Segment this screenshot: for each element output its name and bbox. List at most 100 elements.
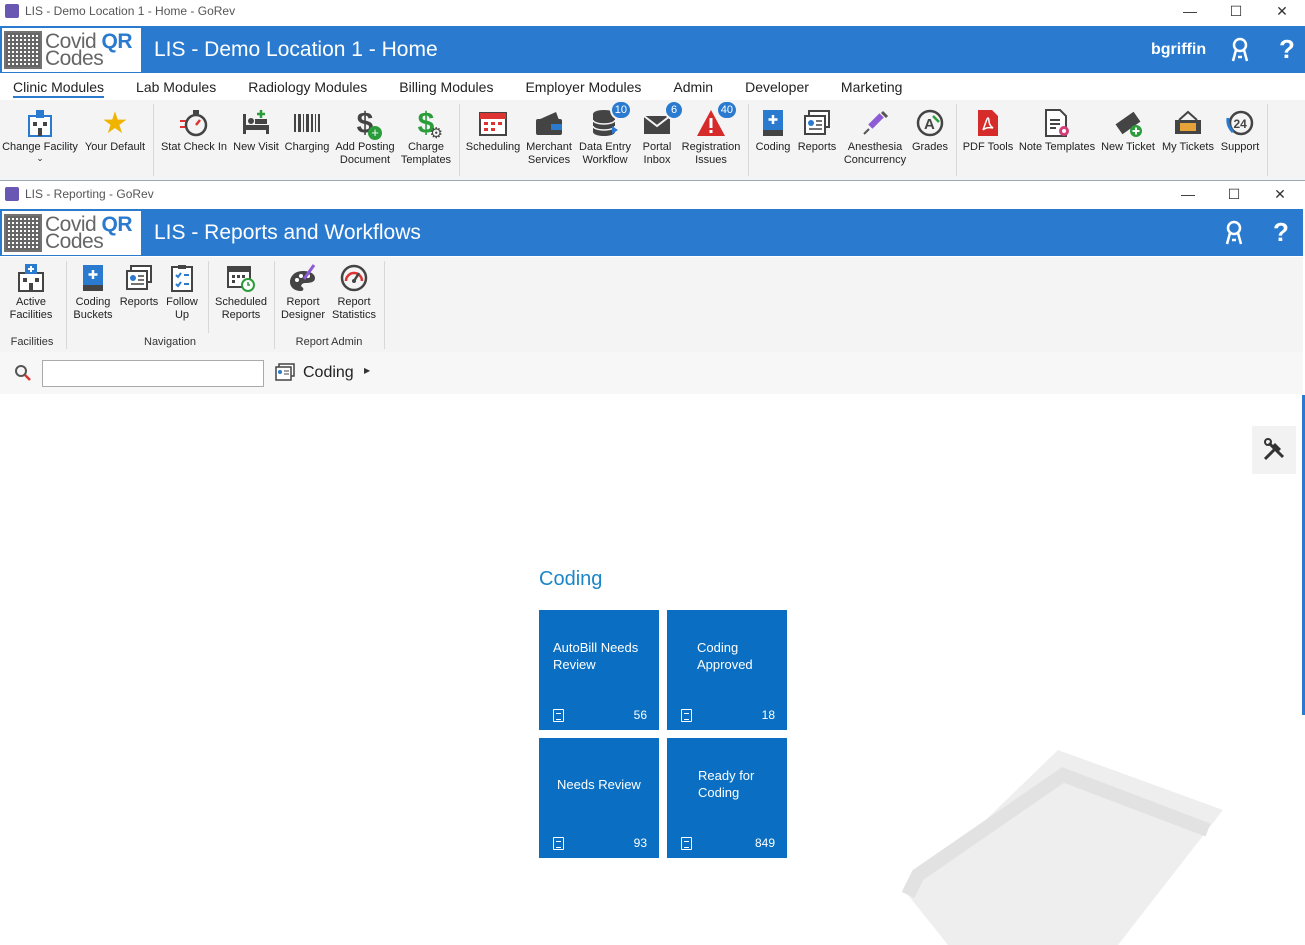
main-window-title: LIS - Demo Location 1 - Home - GoRev (25, 4, 236, 18)
scheduled-reports-button[interactable]: Scheduled Reports (212, 263, 270, 322)
ribbon-label: Follow (166, 296, 198, 308)
help-icon[interactable]: ? (1273, 217, 1289, 248)
close-icon[interactable]: ✕ (1257, 183, 1303, 205)
qr-code-icon (4, 31, 42, 69)
report-designer-button[interactable]: Report Designer (278, 263, 328, 322)
tab-admin[interactable]: Admin (657, 73, 729, 99)
help-icon[interactable]: ? (1279, 34, 1295, 65)
ribbon-label: Data Entry (579, 141, 631, 153)
your-default-button[interactable]: ★ Your Default (82, 108, 148, 154)
chevron-down-icon: ⌄ (36, 153, 44, 163)
minimize-icon[interactable]: — (1165, 183, 1211, 205)
tab-label: Marketing (840, 79, 903, 95)
reports-breadcrumb-icon (275, 363, 295, 381)
ribbon-separator (748, 104, 749, 176)
search-icon[interactable] (14, 364, 32, 382)
support-button[interactable]: 24 Support (1217, 108, 1263, 154)
tab-billing-modules[interactable]: Billing Modules (383, 73, 509, 99)
tab-employer-modules[interactable]: Employer Modules (509, 73, 657, 99)
reports-button[interactable]: Reports (795, 108, 839, 154)
covid-qr-codes-logo: Covid QR Codes (2, 211, 141, 255)
ribbon-separator (153, 104, 154, 176)
change-facility-button[interactable]: Change Facility ⌄ (2, 108, 78, 163)
ribbon-label: Reports (797, 141, 837, 153)
portal-inbox-button[interactable]: 6 Portal Inbox (635, 100, 684, 167)
coding-button[interactable]: Coding (753, 108, 793, 154)
tile-label: Needs Review (557, 776, 641, 792)
ribbon-label-2: Document (339, 154, 391, 166)
tab-developer[interactable]: Developer (729, 73, 825, 99)
tab-label: Billing Modules (399, 79, 494, 95)
pdf-tools-button[interactable]: PDF Tools (961, 108, 1015, 154)
charge-templates-button[interactable]: $ ⚙ Charge Templates (399, 108, 453, 167)
charging-button[interactable]: Charging (283, 108, 331, 154)
note-templates-button[interactable]: Note Templates (1017, 108, 1097, 154)
ribbon-label: Portal (642, 141, 672, 153)
ribbon-separator (1267, 104, 1268, 176)
tab-lab-modules[interactable]: Lab Modules (120, 73, 232, 99)
user-key-icon[interactable] (1230, 37, 1254, 63)
book-icon (758, 108, 788, 138)
ribbon-label: Support (1220, 141, 1260, 153)
search-input[interactable] (42, 360, 264, 387)
ribbon-label-2: Templates (400, 154, 452, 166)
group-label-facilities: Facilities (10, 336, 54, 348)
maximize-icon[interactable]: ☐ (1211, 183, 1257, 205)
coding-buckets-button[interactable]: Coding Buckets (70, 263, 116, 322)
ribbon-label: Active (16, 296, 46, 308)
tab-label: Admin (673, 79, 714, 95)
tab-radiology-modules[interactable]: Radiology Modules (232, 73, 383, 99)
follow-up-button[interactable]: Follow Up (162, 263, 202, 322)
stat-check-in-button[interactable]: Stat Check In (159, 108, 229, 154)
maximize-icon[interactable]: ☐ (1213, 0, 1259, 22)
tile-autobill-needs-review[interactable]: AutoBill Needs Review 56 (539, 610, 659, 730)
minimize-icon[interactable]: — (1167, 0, 1213, 22)
reporting-header: Covid QR Codes LIS - Reports and Workflo… (0, 209, 1303, 256)
chevron-right-icon[interactable]: ▶ (364, 366, 370, 375)
grades-button[interactable]: A Grades (910, 108, 950, 154)
username-label[interactable]: bgriffin (1151, 41, 1206, 59)
ribbon-label: New Ticket (1101, 141, 1155, 153)
tile-count: 18 (761, 708, 775, 722)
reports-nav-button[interactable]: Reports (117, 263, 161, 309)
new-visit-button[interactable]: New Visit (231, 108, 281, 154)
reports-icon (124, 263, 154, 293)
tile-coding-approved[interactable]: Coding Approved 18 (667, 610, 787, 730)
anesthesia-concurrency-button[interactable]: Anesthesia Concurrency (841, 108, 909, 167)
ribbon-label-2: Inbox (643, 154, 671, 166)
module-tabs: Clinic Modules Lab Modules Radiology Mod… (0, 73, 918, 99)
gauge-icon (339, 263, 369, 293)
breadcrumb-coding[interactable]: Coding (303, 364, 354, 382)
tab-marketing[interactable]: Marketing (825, 73, 918, 99)
ribbon-label: Scheduling (465, 141, 521, 153)
reporting-window-controls: — ☐ ✕ (1165, 183, 1303, 205)
scheduling-button[interactable]: Scheduling (464, 108, 522, 154)
merchant-services-button[interactable]: Merchant Services (523, 108, 575, 167)
dollar-add-icon: $ + (350, 108, 382, 140)
close-icon[interactable]: ✕ (1259, 0, 1305, 22)
tile-ready-for-coding[interactable]: Ready for Coding 849 (667, 738, 787, 858)
active-facilities-button[interactable]: Active Facilities (2, 263, 60, 322)
data-entry-workflow-button[interactable]: 10 Data Entry Workflow (577, 100, 633, 167)
main-ribbon: Change Facility ⌄ ★ Your Default Stat Ch… (0, 100, 1305, 180)
ribbon-separator (956, 104, 957, 176)
document-icon (553, 709, 564, 722)
add-posting-document-button[interactable]: $ + Add Posting Document (333, 108, 397, 167)
registration-issues-button[interactable]: 40 Registration Issues (679, 100, 743, 167)
new-ticket-button[interactable]: New Ticket (1099, 108, 1157, 154)
tile-count: 849 (754, 836, 775, 850)
tile-needs-review[interactable]: Needs Review 93 (539, 738, 659, 858)
report-statistics-button[interactable]: Report Statistics (330, 263, 378, 322)
svg-text:A: A (924, 116, 935, 133)
my-tickets-button[interactable]: My Tickets (1159, 108, 1217, 154)
tab-clinic-modules[interactable]: Clinic Modules (0, 73, 120, 99)
ribbon-label: My Tickets (1162, 141, 1214, 153)
ribbon-label-2: Issues (695, 154, 727, 166)
tile-label: AutoBill Needs Review (553, 640, 639, 672)
user-key-icon[interactable] (1224, 220, 1248, 246)
ribbon-label: Anesthesia (847, 141, 903, 153)
ribbon-label-2: Facilities (9, 309, 53, 321)
tab-label: Developer (745, 79, 809, 95)
tools-button[interactable] (1252, 426, 1296, 474)
tab-label: Employer Modules (525, 79, 642, 95)
